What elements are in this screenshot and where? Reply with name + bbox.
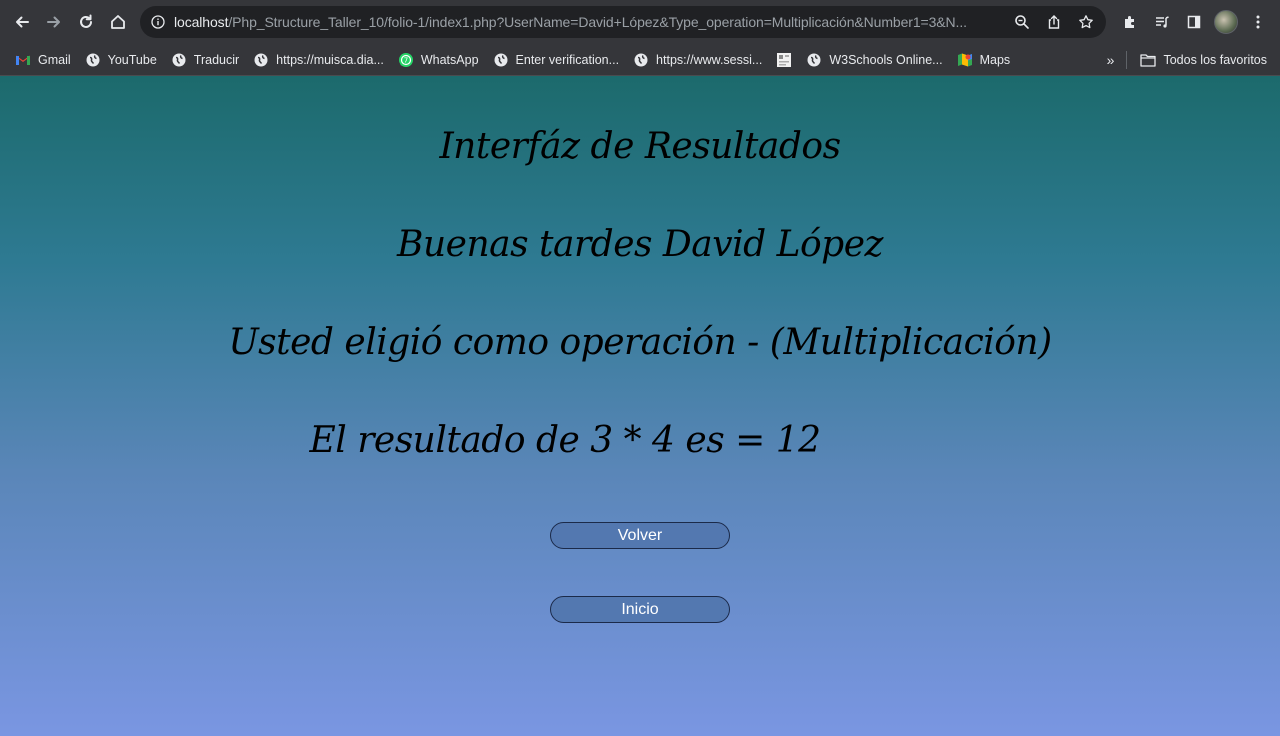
- home-icon[interactable]: [104, 8, 132, 36]
- media-icon[interactable]: [1148, 8, 1176, 36]
- browser-right-tools: [1116, 8, 1272, 36]
- bookmark-label: Maps: [979, 52, 1011, 67]
- bookmark-muisca[interactable]: https://muisca.dia...: [246, 48, 391, 72]
- bookmark-w3schools[interactable]: W3Schools Online...: [799, 48, 949, 72]
- bookmarks-bar: Gmail YouTube Traducir https://muisca.di…: [0, 44, 1280, 76]
- bookmark-sessi[interactable]: https://www.sessi...: [626, 48, 769, 72]
- page-thumbnail-icon: [776, 52, 792, 68]
- bookmark-label: https://www.sessi...: [656, 52, 763, 67]
- operation-text: Usted eligió como operación - (Multiplic…: [228, 322, 1052, 363]
- bookmark-youtube[interactable]: YouTube: [78, 48, 164, 72]
- extensions-icon[interactable]: [1116, 8, 1144, 36]
- bookmarks-divider: [1126, 51, 1128, 69]
- url-path: /Php_Structure_Taller_10/folio-1/index1.…: [228, 14, 967, 30]
- all-bookmarks-folder[interactable]: Todos los favoritos: [1133, 48, 1274, 72]
- star-icon[interactable]: [1072, 8, 1100, 36]
- globe-icon: [85, 52, 101, 68]
- menu-dots-icon[interactable]: [1244, 8, 1272, 36]
- bookmark-maps[interactable]: Maps: [950, 48, 1018, 72]
- result-text: El resultado de 3 * 4 es = 12: [309, 420, 821, 461]
- bookmark-gmail[interactable]: Gmail: [8, 48, 78, 72]
- bookmarks-right: » Todos los favoritos: [1101, 48, 1274, 72]
- address-bar-actions: [1008, 8, 1100, 36]
- whatsapp-icon: 7: [398, 52, 414, 68]
- bookmark-label: Gmail: [38, 52, 71, 67]
- globe-icon: [493, 52, 509, 68]
- bookmark-label: WhatsApp: [420, 52, 479, 67]
- url-host: localhost: [174, 14, 229, 30]
- bookmark-enter-verification[interactable]: Enter verification...: [486, 48, 627, 72]
- url-text: localhost/Php_Structure_Taller_10/folio-…: [174, 14, 1014, 30]
- profile-avatar[interactable]: [1212, 8, 1240, 36]
- svg-text:7: 7: [404, 56, 408, 64]
- info-icon[interactable]: [150, 14, 166, 30]
- browser-window: localhost/Php_Structure_Taller_10/folio-…: [0, 0, 1280, 736]
- forward-arrow-icon[interactable]: [40, 8, 68, 36]
- sidepanel-icon[interactable]: [1180, 8, 1208, 36]
- bookmark-label: Traducir: [193, 52, 240, 67]
- globe-icon: [633, 52, 649, 68]
- back-arrow-icon[interactable]: [8, 8, 36, 36]
- avatar: [1214, 10, 1238, 34]
- globe-icon: [253, 52, 269, 68]
- folder-icon: [1140, 52, 1157, 68]
- share-icon[interactable]: [1040, 8, 1068, 36]
- reload-icon[interactable]: [72, 8, 100, 36]
- page-title: Interfáz de Resultados: [439, 126, 841, 167]
- bookmark-traducir[interactable]: Traducir: [164, 48, 246, 72]
- bookmark-label: Enter verification...: [515, 52, 620, 67]
- bookmarks-overflow-button[interactable]: »: [1101, 52, 1121, 68]
- zoom-icon[interactable]: [1008, 8, 1036, 36]
- maps-icon: [957, 52, 973, 68]
- inicio-button[interactable]: Inicio: [550, 596, 730, 623]
- bookmark-page-thumbnail[interactable]: [769, 48, 799, 72]
- globe-icon: [171, 52, 187, 68]
- gmail-icon: [15, 52, 31, 68]
- address-bar[interactable]: localhost/Php_Structure_Taller_10/folio-…: [140, 6, 1106, 38]
- greeting-text: Buenas tardes David López: [397, 224, 883, 265]
- bookmark-label: YouTube: [107, 52, 157, 67]
- volver-button[interactable]: Volver: [550, 522, 730, 549]
- browser-toolbar: localhost/Php_Structure_Taller_10/folio-…: [0, 0, 1280, 44]
- page-content: Interfáz de Resultados Buenas tardes Dav…: [0, 76, 1280, 736]
- bookmark-label: W3Schools Online...: [829, 52, 943, 67]
- all-bookmarks-label: Todos los favoritos: [1163, 53, 1267, 67]
- globe-icon: [806, 52, 822, 68]
- bookmark-label: https://muisca.dia...: [276, 52, 384, 67]
- bookmark-whatsapp[interactable]: 7 WhatsApp: [391, 48, 486, 72]
